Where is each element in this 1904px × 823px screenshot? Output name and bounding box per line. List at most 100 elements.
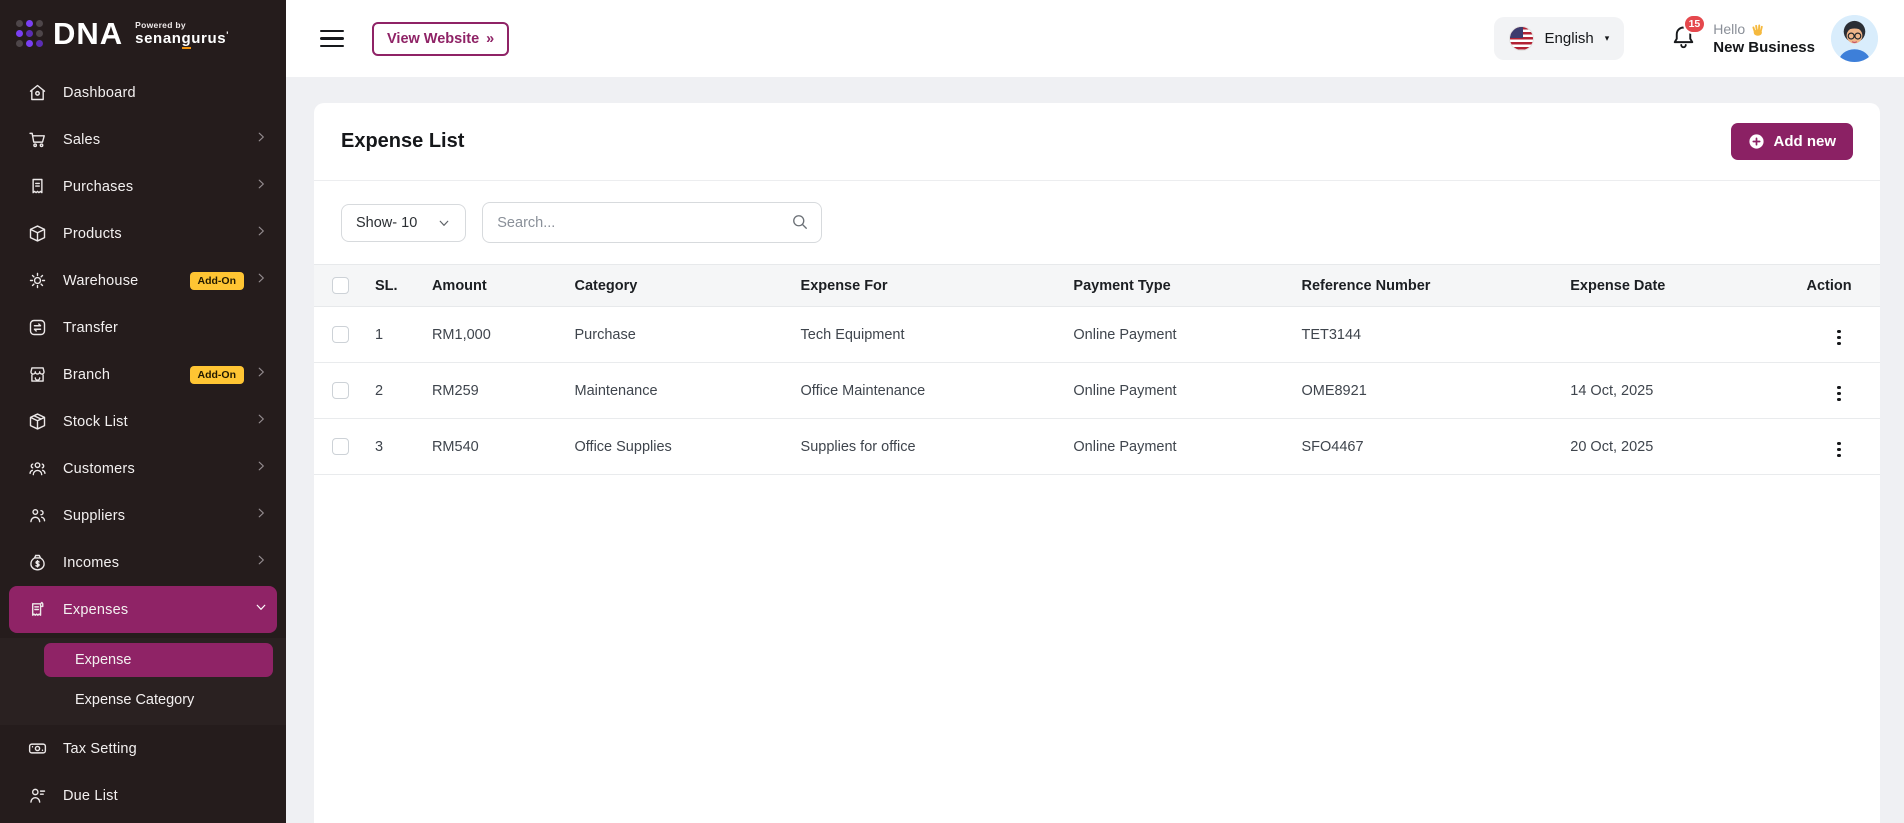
brand-name: DNA <box>53 18 123 49</box>
notification-count-badge: 15 <box>1683 14 1707 34</box>
storefront-icon <box>26 364 48 386</box>
cell-reference: TET3144 <box>1293 307 1562 363</box>
search-input[interactable] <box>482 202 822 243</box>
cart-icon <box>26 129 48 151</box>
select-all-checkbox[interactable] <box>332 277 349 294</box>
cell-sl: 2 <box>367 363 424 419</box>
banknote-icon <box>26 738 48 760</box>
row-actions-kebab-icon[interactable] <box>1831 327 1847 349</box>
column-header-expense-date: Expense Date <box>1562 265 1798 307</box>
chevron-right-icon <box>254 553 268 572</box>
sidebar-item-suppliers[interactable]: Suppliers <box>0 492 286 539</box>
business-name: New Business <box>1713 39 1815 56</box>
user-greeting: Hello New Business <box>1713 21 1815 56</box>
expense-list-card: Expense List Add new Show- 10 <box>314 103 1880 823</box>
sidebar-item-expenses[interactable]: Expenses <box>9 586 277 633</box>
sidebar-item-tax-setting[interactable]: Tax Setting <box>0 725 286 772</box>
brand-logo[interactable]: DNA Powered by senangurus' <box>0 0 286 63</box>
chevron-right-icon <box>254 365 268 384</box>
row-checkbox[interactable] <box>332 382 349 399</box>
chevron-right-icon <box>254 412 268 431</box>
column-header-expense-for: Expense For <box>793 265 1066 307</box>
cell-reference: SFO4467 <box>1293 419 1562 475</box>
table-header-row: SL. Amount Category Expense For Payment … <box>314 265 1880 307</box>
view-website-button[interactable]: View Website » <box>372 22 509 56</box>
wave-hand-icon <box>1750 22 1765 37</box>
top-bar: View Website » English ▾ 15 Hello New Bu… <box>286 0 1904 77</box>
cell-payment-type: Online Payment <box>1065 307 1293 363</box>
sidebar-item-incomes[interactable]: Incomes <box>0 539 286 586</box>
table-row: 3 RM540 Office Supplies Supplies for off… <box>314 419 1880 475</box>
avatar-illustration-icon <box>1831 15 1878 62</box>
person-list-icon <box>26 785 48 807</box>
row-checkbox[interactable] <box>332 438 349 455</box>
greeting-text: Hello <box>1713 21 1745 37</box>
cell-category: Maintenance <box>567 363 793 419</box>
cell-amount: RM1,000 <box>424 307 567 363</box>
sidebar-item-stock-list[interactable]: Stock List <box>0 398 286 445</box>
cell-reference: OME8921 <box>1293 363 1562 419</box>
table-row: 2 RM259 Maintenance Office Maintenance O… <box>314 363 1880 419</box>
people-group-icon <box>26 458 48 480</box>
chevron-right-icon <box>254 459 268 478</box>
home-icon <box>26 82 48 104</box>
addon-badge: Add-On <box>190 272 245 290</box>
chevron-down-icon <box>254 600 268 619</box>
us-flag-icon <box>1509 26 1534 51</box>
card-header: Expense List Add new <box>314 103 1880 181</box>
language-label: English <box>1545 30 1594 47</box>
chevron-right-icon <box>254 271 268 290</box>
language-selector[interactable]: English ▾ <box>1494 17 1625 60</box>
expenses-submenu: Expense Expense Category <box>0 638 286 725</box>
hamburger-menu-icon[interactable] <box>320 30 344 48</box>
sidebar-item-warehouse[interactable]: Warehouse Add-On <box>0 257 286 304</box>
notifications-button[interactable]: 15 <box>1670 23 1697 55</box>
add-new-button[interactable]: Add new <box>1731 123 1854 160</box>
search-icon <box>790 212 810 237</box>
table-row: 1 RM1,000 Purchase Tech Equipment Online… <box>314 307 1880 363</box>
column-header-reference-number: Reference Number <box>1293 265 1562 307</box>
column-header-action: Action <box>1798 265 1880 307</box>
caret-down-icon: ▾ <box>1605 33 1610 44</box>
sidebar-item-purchases[interactable]: Purchases <box>0 163 286 210</box>
box-icon <box>26 223 48 245</box>
sidebar-item-customers[interactable]: Customers <box>0 445 286 492</box>
cell-expense-for: Office Maintenance <box>793 363 1066 419</box>
row-actions-kebab-icon[interactable] <box>1831 383 1847 405</box>
cell-date: 20 Oct, 2025 <box>1562 419 1798 475</box>
chevron-right-icon <box>254 130 268 149</box>
sidebar-item-due-list[interactable]: Due List <box>0 772 286 819</box>
sidebar-item-branch[interactable]: Branch Add-On <box>0 351 286 398</box>
column-header-payment-type: Payment Type <box>1065 265 1293 307</box>
sidebar-item-sales[interactable]: Sales <box>0 116 286 163</box>
cell-expense-for: Tech Equipment <box>793 307 1066 363</box>
cell-payment-type: Online Payment <box>1065 363 1293 419</box>
cell-amount: RM540 <box>424 419 567 475</box>
people-pair-icon <box>26 505 48 527</box>
cell-expense-for: Supplies for office <box>793 419 1066 475</box>
column-header-amount: Amount <box>424 265 567 307</box>
powered-by-block: Powered by senangurus' <box>135 20 229 48</box>
dna-logo-icon <box>16 20 43 47</box>
money-bag-icon <box>26 552 48 574</box>
sidebar-item-transfer[interactable]: Transfer <box>0 304 286 351</box>
main-content: Expense List Add new Show- 10 <box>286 77 1904 823</box>
double-arrow-icon: » <box>486 31 494 47</box>
addon-badge: Add-On <box>190 366 245 384</box>
sidebar-nav: Dashboard Sales Purchases Products Wareh… <box>0 63 286 819</box>
sidebar-item-dashboard[interactable]: Dashboard <box>0 69 286 116</box>
table-toolbar: Show- 10 <box>314 181 1880 249</box>
user-avatar[interactable] <box>1831 15 1878 62</box>
chevron-right-icon <box>254 224 268 243</box>
row-checkbox[interactable] <box>332 326 349 343</box>
cell-date: 14 Oct, 2025 <box>1562 363 1798 419</box>
transfer-icon <box>26 317 48 339</box>
cell-sl: 3 <box>367 419 424 475</box>
show-entries-select[interactable]: Show- 10 <box>341 204 466 242</box>
sidebar-item-products[interactable]: Products <box>0 210 286 257</box>
submenu-item-expense[interactable]: Expense <box>44 643 273 677</box>
submenu-item-expense-category[interactable]: Expense Category <box>0 683 286 717</box>
row-actions-kebab-icon[interactable] <box>1831 439 1847 461</box>
cell-sl: 1 <box>367 307 424 363</box>
chevron-down-icon <box>437 216 451 230</box>
